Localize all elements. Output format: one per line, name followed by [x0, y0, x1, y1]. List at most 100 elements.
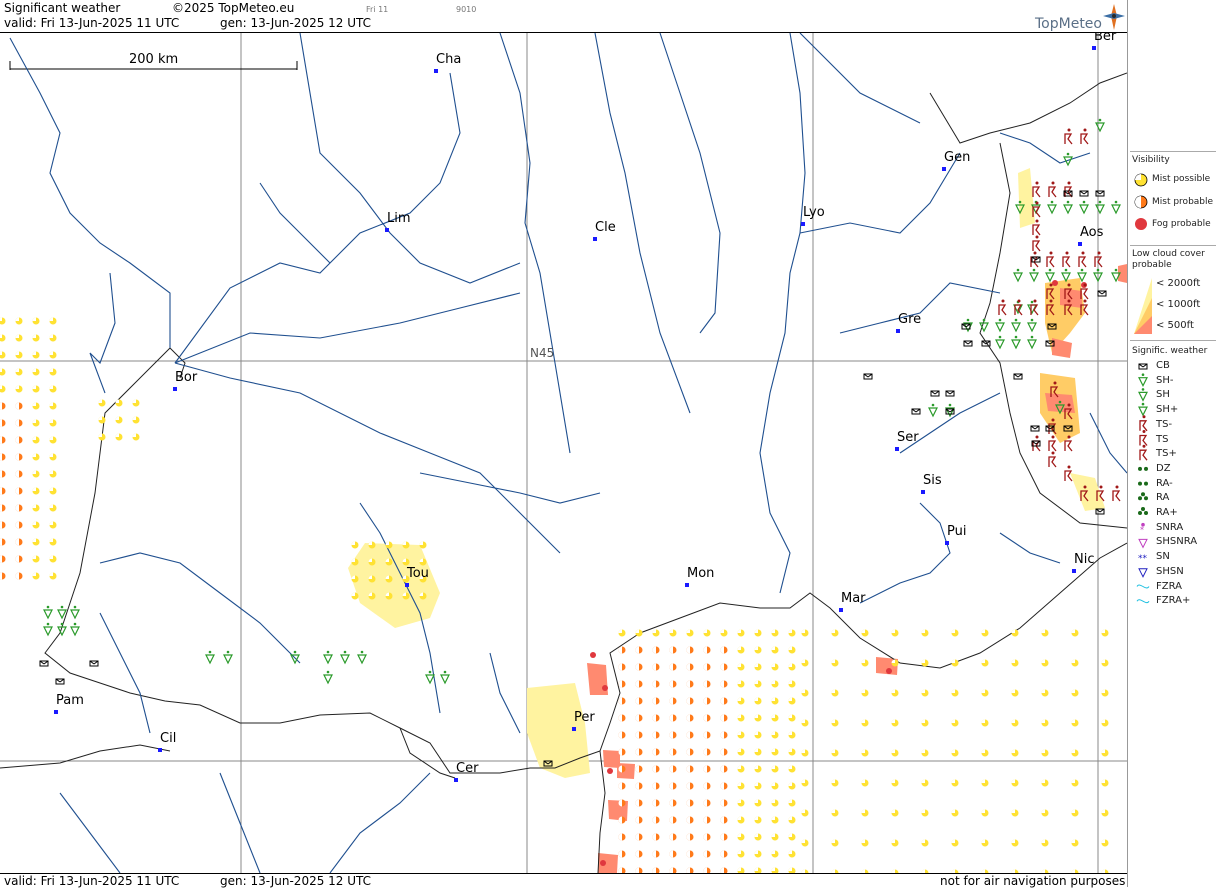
mist-possible-icon: [921, 689, 929, 697]
shower-icon: [425, 670, 435, 685]
mist-probable-icon: [15, 402, 23, 410]
cb-cloud-icon: [1095, 508, 1105, 515]
mist-possible-icon: [368, 541, 376, 549]
shower-icon: [1111, 268, 1121, 283]
mist-possible-icon: [788, 663, 796, 671]
mist-possible-icon: [771, 850, 779, 858]
mist-possible-icon: [32, 402, 40, 410]
mist-possible-icon: [49, 470, 57, 478]
valid-time: valid: Fri 13-Jun-2025 11 UTC: [4, 16, 180, 30]
mist-possible-icon: [1071, 749, 1079, 757]
fog-icon: [590, 652, 596, 658]
mist-possible-icon: [737, 731, 745, 739]
shower-icon: [1111, 200, 1121, 215]
mist-possible-icon: [771, 833, 779, 841]
city-label: Ber: [1094, 33, 1117, 44]
thunderstorm-icon: [998, 299, 1007, 316]
mist-possible-icon: [49, 504, 57, 512]
legend-item-shsn: SHSN: [1156, 565, 1184, 577]
mist-possible-icon: [1071, 689, 1079, 697]
mist-possible-icon: [351, 575, 359, 583]
mist-possible-icon: [921, 719, 929, 727]
mist-possible-icon: [891, 779, 899, 787]
low-cloud-500-label: < 500ft: [1156, 320, 1194, 331]
mist-possible-icon: [788, 782, 796, 790]
mist-probable-icon: [618, 663, 626, 671]
mist-possible-icon: [1041, 779, 1049, 787]
mist-possible-icon: [754, 816, 762, 824]
mist-possible-icon: [132, 416, 140, 424]
cb-cloud-icon: [981, 340, 991, 347]
shower-icon: [1055, 400, 1065, 415]
map-area[interactable]: 200 km N45 Cha Ber Gen Lim Cle Lyo Aos G…: [0, 33, 1127, 873]
shower-icon: [995, 335, 1005, 350]
mist-probable-icon: [703, 850, 711, 858]
thunderstorm-icon: [1096, 485, 1105, 502]
city-marker: [945, 541, 949, 545]
signif-weather-title: Signific. weather: [1132, 346, 1208, 356]
mist-possible-icon: [951, 839, 959, 847]
city-marker: [895, 447, 899, 451]
mist-possible-icon: [1101, 779, 1109, 787]
mist-possible-icon: [635, 629, 643, 637]
mist-possible-icon: [0, 351, 6, 359]
mist-possible-icon: [32, 555, 40, 563]
mist-possible-icon: [1041, 689, 1049, 697]
city-label: Lim: [387, 211, 411, 226]
mist-possible-icon: [754, 748, 762, 756]
mist-probable-icon: [686, 850, 694, 858]
mist-possible-icon: [49, 351, 57, 359]
mist-possible-icon: [921, 809, 929, 817]
mist-possible-icon: [1011, 779, 1019, 787]
thunderstorm-icon: [1046, 299, 1055, 316]
mist-probable-icon: [15, 538, 23, 546]
mist-possible-icon: [1041, 839, 1049, 847]
mist-probable-icon: [720, 663, 728, 671]
mist-possible-icon: [15, 317, 23, 325]
mist-possible-icon: [771, 680, 779, 688]
mist-possible-icon: [891, 749, 899, 757]
mist-possible-icon: [801, 629, 809, 637]
mist-possible-icon: [754, 629, 762, 637]
mist-probable-icon: [0, 453, 6, 461]
mist-probable-icon: [669, 748, 677, 756]
mist-probable-icon: [703, 748, 711, 756]
mist-possible-icon: [754, 697, 762, 705]
mist-probable-icon: [686, 680, 694, 688]
mist-probable-icon: [720, 748, 728, 756]
mist-probable-icon: [0, 538, 6, 546]
shower-icon: [340, 650, 350, 665]
footer-bar: valid: Fri 13-Jun-2025 11 UTC gen: 13-Ju…: [0, 873, 1127, 888]
mist-possible-icon: [1041, 749, 1049, 757]
mist-probable-icon: [652, 714, 660, 722]
city-label: Cer: [456, 761, 479, 776]
shower-icon: [1138, 373, 1148, 388]
mist-possible-icon: [1101, 839, 1109, 847]
snow-rain-icon: *: [1140, 522, 1145, 535]
low-cloud-1000-label: < 1000ft: [1156, 299, 1201, 310]
mist-probable-icon: [669, 697, 677, 705]
shower-icon: [1095, 200, 1105, 215]
topmeteo-logo-text: TopMeteo: [1035, 16, 1102, 32]
mist-possible-icon: [981, 629, 989, 637]
thunderstorm-icon: [1139, 415, 1148, 432]
city-label: Cle: [595, 220, 616, 235]
mist-probable-icon: [15, 419, 23, 427]
mist-possible-icon: [32, 504, 40, 512]
shower-snow-icon: [1138, 568, 1148, 578]
thunderstorm-icon: [1064, 435, 1073, 452]
mist-probable-icon: [15, 453, 23, 461]
city-marker: [1072, 569, 1076, 573]
mist-probable-icon: [703, 714, 711, 722]
mist-possible-icon: [801, 749, 809, 757]
mist-probable-icon: [720, 697, 728, 705]
thunderstorm-icon: [1050, 381, 1059, 398]
mist-probable-icon: [669, 816, 677, 824]
thunderstorm-icon: [1062, 251, 1071, 268]
mist-probable-icon: [618, 697, 626, 705]
mist-possible-icon: [801, 779, 809, 787]
mist-probable-icon: [635, 765, 643, 773]
mist-possible-icon: [737, 765, 745, 773]
shower-icon: [1063, 200, 1073, 215]
mist-possible-icon: [1101, 749, 1109, 757]
